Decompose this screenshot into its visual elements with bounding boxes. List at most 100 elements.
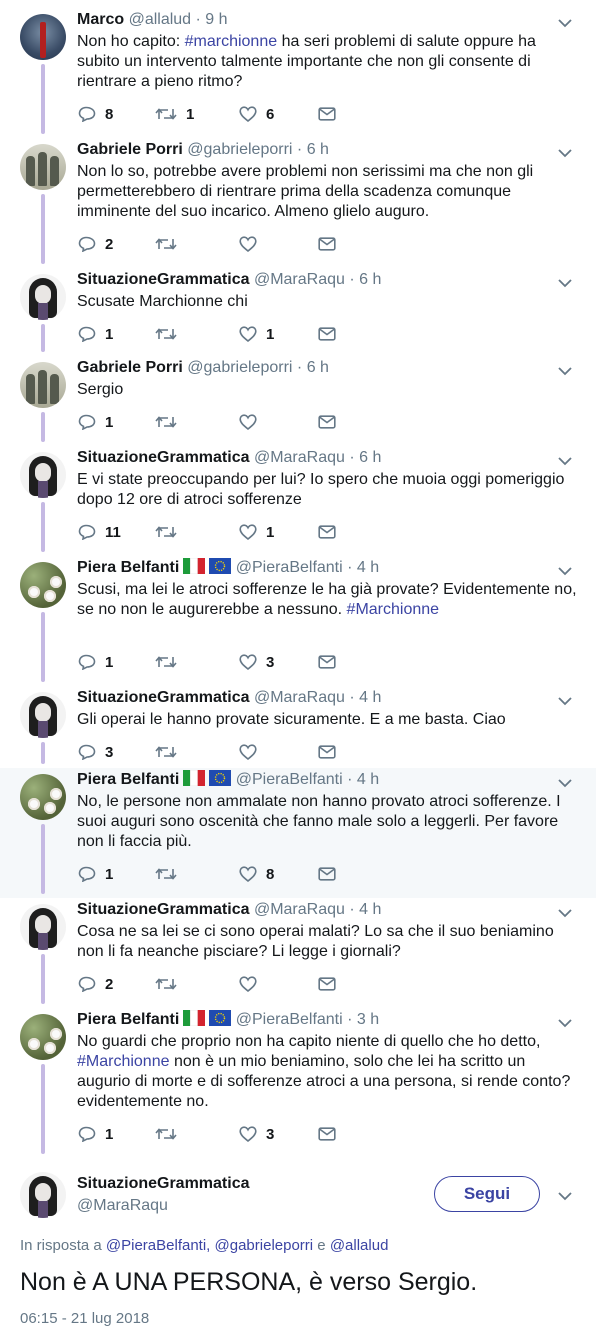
- direct-message-button[interactable]: [318, 974, 336, 994]
- retweet-button[interactable]: [155, 652, 186, 672]
- author-handle[interactable]: @allalud: [129, 11, 192, 28]
- reply-button[interactable]: 2: [78, 974, 113, 994]
- tweet[interactable]: SituazioneGrammatica @MaraRaqu · 6 h E vi…: [0, 446, 596, 556]
- direct-message-button[interactable]: [318, 104, 336, 124]
- hashtag-link[interactable]: #Marchionne: [347, 601, 440, 618]
- like-button[interactable]: [239, 742, 266, 762]
- direct-message-button[interactable]: [318, 652, 336, 672]
- author-handle[interactable]: @PieraBelfanti: [236, 771, 343, 788]
- retweet-button[interactable]: [155, 522, 186, 542]
- tweet-time[interactable]: 4 h: [357, 559, 379, 576]
- retweet-button[interactable]: [155, 864, 186, 884]
- avatar[interactable]: [20, 1172, 66, 1218]
- retweet-button[interactable]: [155, 1124, 186, 1144]
- like-button[interactable]: 1: [239, 522, 274, 542]
- author-handle[interactable]: @MaraRaqu: [254, 901, 345, 918]
- tweet[interactable]: Marco @allalud · 9 h Non ho capito: #marc…: [0, 8, 596, 138]
- avatar[interactable]: [20, 14, 66, 60]
- tweet-time[interactable]: 6 h: [307, 141, 329, 158]
- tweet[interactable]: SituazioneGrammatica @MaraRaqu · 4 h Cosa…: [0, 898, 596, 1008]
- tweet-time[interactable]: 6 h: [359, 271, 381, 288]
- like-button[interactable]: [239, 412, 266, 432]
- direct-message-button[interactable]: [318, 864, 336, 884]
- like-button[interactable]: [239, 234, 266, 254]
- reply-button[interactable]: 11: [78, 522, 121, 542]
- hashtag-link[interactable]: #Marchionne: [77, 1053, 170, 1070]
- direct-message-button[interactable]: [318, 522, 336, 542]
- author-handle[interactable]: @PieraBelfanti: [236, 559, 343, 576]
- like-button[interactable]: 3: [239, 1124, 274, 1144]
- chevron-down-icon[interactable]: [558, 1191, 572, 1201]
- reply-button[interactable]: 2: [78, 234, 113, 254]
- retweet-button[interactable]: [155, 742, 186, 762]
- retweet-button[interactable]: 1: [155, 104, 194, 124]
- avatar[interactable]: [20, 274, 66, 320]
- timestamp[interactable]: 06:15 - 21 lug 2018: [20, 1310, 149, 1327]
- hashtag-link[interactable]: #marchionne: [185, 33, 278, 50]
- author-name[interactable]: SituazioneGrammatica: [77, 901, 250, 918]
- author-name[interactable]: SituazioneGrammatica: [77, 1174, 250, 1194]
- reply-mention[interactable]: @gabrieleporri: [215, 1237, 314, 1254]
- avatar[interactable]: [20, 692, 66, 738]
- chevron-down-icon[interactable]: [558, 366, 572, 376]
- tweet[interactable]: Gabriele Porri @gabrieleporri · 6 h Non l…: [0, 138, 596, 268]
- author-name[interactable]: Gabriele Porri: [77, 359, 183, 376]
- reply-button[interactable]: 1: [78, 652, 113, 672]
- follow-button[interactable]: Segui: [434, 1176, 540, 1212]
- reply-button[interactable]: 1: [78, 1124, 113, 1144]
- retweet-button[interactable]: [155, 324, 186, 344]
- tweet-time[interactable]: 4 h: [359, 689, 381, 706]
- reply-button[interactable]: 1: [78, 324, 113, 344]
- tweet[interactable]: SituazioneGrammatica @MaraRaqu · 4 h Gli …: [0, 686, 596, 768]
- reply-button[interactable]: 3: [78, 742, 113, 762]
- author-handle[interactable]: @gabrieleporri: [187, 141, 292, 158]
- avatar[interactable]: [20, 144, 66, 190]
- direct-message-button[interactable]: [318, 234, 336, 254]
- author-handle[interactable]: @gabrieleporri: [187, 359, 292, 376]
- tweet[interactable]: SituazioneGrammatica @MaraRaqu · 6 h Scus…: [0, 268, 596, 356]
- author-name[interactable]: Marco: [77, 11, 124, 28]
- retweet-button[interactable]: [155, 974, 186, 994]
- like-button[interactable]: 3: [239, 652, 274, 672]
- chevron-down-icon[interactable]: [558, 908, 572, 918]
- avatar[interactable]: [20, 362, 66, 408]
- tweet-time[interactable]: 4 h: [359, 901, 381, 918]
- chevron-down-icon[interactable]: [558, 1018, 572, 1028]
- retweet-button[interactable]: [155, 234, 186, 254]
- author-name[interactable]: SituazioneGrammatica: [77, 449, 250, 466]
- chevron-down-icon[interactable]: [558, 456, 572, 466]
- avatar[interactable]: [20, 562, 66, 608]
- author-handle[interactable]: @MaraRaqu: [77, 1196, 168, 1216]
- direct-message-button[interactable]: [318, 742, 336, 762]
- tweet[interactable]: Piera Belfanti @PieraBelfanti · 4 h No, l…: [0, 768, 596, 898]
- tweet-time[interactable]: 6 h: [307, 359, 329, 376]
- chevron-down-icon[interactable]: [558, 696, 572, 706]
- reply-mention[interactable]: @allalud: [330, 1237, 389, 1254]
- direct-message-button[interactable]: [318, 1124, 336, 1144]
- author-name[interactable]: SituazioneGrammatica: [77, 271, 250, 288]
- tweet-time[interactable]: 9 h: [205, 11, 227, 28]
- author-handle[interactable]: @PieraBelfanti: [236, 1011, 343, 1028]
- tweet[interactable]: Piera Belfanti @PieraBelfanti · 3 h No gu…: [0, 1008, 596, 1158]
- avatar[interactable]: [20, 904, 66, 950]
- direct-message-button[interactable]: [318, 324, 336, 344]
- like-button[interactable]: 1: [239, 324, 274, 344]
- chevron-down-icon[interactable]: [558, 778, 572, 788]
- author-handle[interactable]: @MaraRaqu: [254, 271, 345, 288]
- tweet[interactable]: Gabriele Porri @gabrieleporri · 6 h Sergi…: [0, 356, 596, 446]
- author-name[interactable]: Piera Belfanti: [77, 1011, 179, 1028]
- tweet-time[interactable]: 6 h: [359, 449, 381, 466]
- author-handle[interactable]: @MaraRaqu: [254, 689, 345, 706]
- avatar[interactable]: [20, 774, 66, 820]
- reply-mention[interactable]: @PieraBelfanti: [106, 1237, 206, 1254]
- tweet[interactable]: Piera Belfanti @PieraBelfanti · 4 h Scusi…: [0, 556, 596, 686]
- reply-button[interactable]: 1: [78, 864, 113, 884]
- like-button[interactable]: [239, 974, 266, 994]
- chevron-down-icon[interactable]: [558, 148, 572, 158]
- author-handle[interactable]: @MaraRaqu: [254, 449, 345, 466]
- reply-button[interactable]: 8: [78, 104, 113, 124]
- avatar[interactable]: [20, 1014, 66, 1060]
- like-button[interactable]: 8: [239, 864, 274, 884]
- direct-message-button[interactable]: [318, 412, 336, 432]
- author-name[interactable]: Piera Belfanti: [77, 559, 179, 576]
